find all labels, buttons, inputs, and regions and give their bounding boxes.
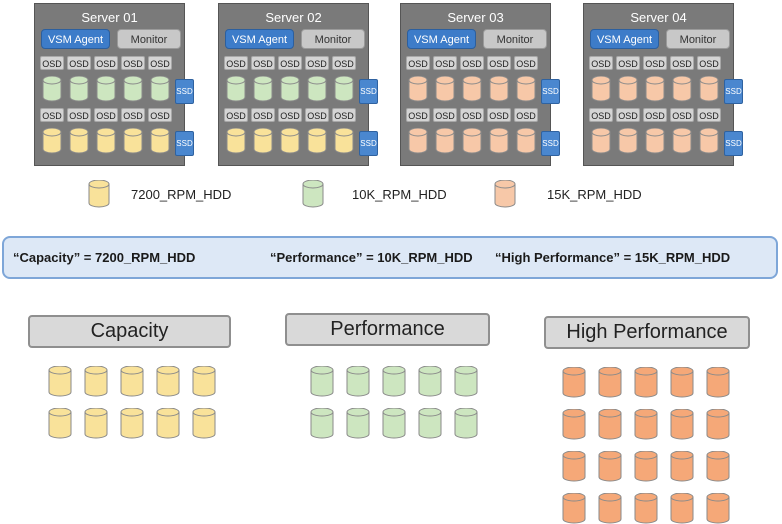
- pool-disk: [634, 409, 658, 440]
- pool-disk: [382, 408, 406, 439]
- pool-title: Performance: [285, 313, 490, 346]
- pool-disk: [562, 409, 586, 440]
- pool-disk: [192, 366, 216, 397]
- pool-disk: [598, 409, 622, 440]
- pool-title: High Performance: [544, 316, 750, 349]
- pool-disk: [634, 451, 658, 482]
- pool-disk: [670, 409, 694, 440]
- pool-disk: [382, 366, 406, 397]
- pool-disk: [634, 367, 658, 398]
- pool-disk: [670, 451, 694, 482]
- pool-disk: [706, 409, 730, 440]
- pool-disk: [310, 408, 334, 439]
- pool-disk: [346, 366, 370, 397]
- pool-disk: [84, 366, 108, 397]
- pool-disk: [84, 408, 108, 439]
- pool-disk: [598, 493, 622, 524]
- pool-disk: [120, 408, 144, 439]
- pool-disk: [706, 451, 730, 482]
- pool-disk: [670, 367, 694, 398]
- pool-disk: [670, 493, 694, 524]
- pool-title: Capacity: [28, 315, 231, 348]
- pool-disk: [48, 366, 72, 397]
- pool-disk: [418, 366, 442, 397]
- pool-disk: [120, 366, 144, 397]
- pool-disk: [156, 366, 180, 397]
- pool-disk: [156, 408, 180, 439]
- pool-disk: [454, 366, 478, 397]
- pool-disk: [706, 493, 730, 524]
- pool-disk: [418, 408, 442, 439]
- pools-area: Capacity Performance High Performance: [0, 0, 782, 524]
- pool-disk: [192, 408, 216, 439]
- pool-disk: [346, 408, 370, 439]
- pool-disk: [310, 366, 334, 397]
- pool-disk: [706, 367, 730, 398]
- pool-disk: [48, 408, 72, 439]
- pool-disk: [454, 408, 478, 439]
- pool-disk: [598, 367, 622, 398]
- pool-disk: [634, 493, 658, 524]
- pool-disk: [562, 451, 586, 482]
- pool-disk: [562, 367, 586, 398]
- pool-disk: [562, 493, 586, 524]
- pool-disk: [598, 451, 622, 482]
